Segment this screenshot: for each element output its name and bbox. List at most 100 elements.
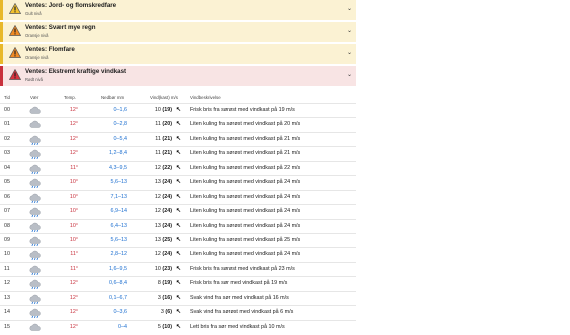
col-header-temp: Temp. (64, 95, 76, 100)
chevron-down-icon[interactable]: ⌄ (347, 50, 352, 56)
wind-speed: 10 (154, 265, 161, 272)
wind-gust: (21) (162, 135, 172, 142)
col-header-wind: Vind(kast) m/s (150, 95, 178, 100)
warning-title: Ventes: Svært mye regn (25, 24, 96, 31)
cloud-icon (29, 120, 41, 130)
table-row[interactable]: 13 12° 0,1–6,7 3 (16) ↖ Svak vind fra sør med… (0, 290, 356, 305)
time-cell: 03 (4, 150, 10, 157)
wind-cell: 3 (6) (141, 309, 172, 316)
table-row[interactable]: 10 11° 2,8–12 12 (24) ↖ Liten kuling fra sørø… (0, 247, 356, 261)
temperature-cell: 10° (69, 208, 78, 215)
table-row[interactable]: 15 12° 0–4 5 (10) ↖ Lett bris fra sør med vin… (0, 319, 356, 334)
chevron-down-icon[interactable]: ⌄ (347, 6, 352, 12)
wind-cell: 10 (19) (141, 107, 172, 113)
wind-description: Liten kuling fra sørøst med vindkast på … (190, 251, 301, 258)
wind-direction-arrow-icon: ↖ (176, 323, 182, 330)
cloud-rain-icon (29, 308, 41, 319)
wind-direction-arrow-icon: ↖ (176, 265, 182, 272)
table-row[interactable]: 05 10° 5,6–13 13 (24) ↖ Liten kuling fra sørø… (0, 175, 356, 189)
precipitation-cell: 0–2,8 (113, 121, 128, 128)
time-cell: 08 (4, 222, 10, 229)
wind-cell: 11 (21) (141, 135, 172, 142)
warning-triangle-icon (9, 3, 21, 14)
wind-description: Frisk bris fra sørøst med vindkast på 23… (190, 265, 295, 272)
wind-description: Svak vind fra sørøst med vindkast på 6 m… (190, 309, 294, 316)
cloud-rain-icon (29, 164, 41, 174)
wind-speed: 11 (155, 121, 161, 128)
wind-gust: (23) (162, 265, 172, 272)
wind-gust: (22) (162, 164, 172, 171)
wind-description: Liten kuling fra sørøst med vindkast på … (190, 236, 301, 243)
table-row[interactable]: 00 12° 0–1,6 10 (19) ↖ Frisk bris fra sørøst … (0, 103, 356, 117)
time-cell: 04 (4, 164, 10, 171)
temperature-cell: 12° (69, 294, 78, 301)
wind-speed: 8 (157, 280, 161, 287)
cloud-rain-icon (29, 207, 41, 218)
wind-speed: 13 (154, 236, 161, 243)
table-row[interactable]: 12 12° 0,6–8,4 8 (19) ↖ Frisk bris fra sør me… (0, 276, 356, 290)
table-row[interactable]: 09 10° 5,6–13 13 (25) ↖ Liten kuling fra sørø… (0, 232, 356, 247)
forecast-table-body: 00 12° 0–1,6 10 (19) ↖ Frisk bris fra sørøst … (0, 103, 356, 334)
wind-description: Liten kuling fra sørøst med vindkast på … (190, 193, 301, 200)
chevron-down-icon[interactable]: ⌄ (347, 28, 352, 34)
temperature-cell: 12° (69, 323, 78, 330)
wind-direction-arrow-icon: ↖ (176, 236, 182, 243)
precipitation-cell: 1,2–8,4 (109, 150, 127, 157)
wind-gust: (6) (165, 309, 172, 316)
wind-description: Liten kuling fra sørøst med vindkast på … (190, 121, 301, 128)
wind-cell: 12 (24) (141, 252, 172, 257)
cloud-icon (29, 323, 41, 333)
table-row[interactable]: 04 11° 4,3–9,5 12 (22) ↖ Liten kuling fra sør… (0, 160, 356, 175)
table-row[interactable]: 07 10° 6,9–14 12 (24) ↖ Liten kuling fra sørø… (0, 204, 356, 218)
warning-card-heavy-rain[interactable]: Ventes: Svært mye regn Oransje nivå ⌄ (0, 22, 356, 42)
precipitation-cell: 6,9–14 (110, 208, 128, 215)
wind-cell: 12 (22) (141, 164, 172, 171)
time-cell: 02 (4, 135, 10, 142)
temperature-cell: 11° (70, 251, 78, 258)
warning-level: Oransje nivå (25, 32, 49, 38)
wind-cell: 13 (24) (141, 179, 172, 186)
col-header-precip: Nedbør mm (101, 95, 125, 100)
wind-gust: (10) (162, 323, 172, 330)
table-row[interactable]: 08 10° 6,4–13 13 (24) ↖ Liten kuling fra sørø… (0, 218, 356, 233)
wind-speed: 10 (154, 107, 161, 113)
temperature-cell: 12° (69, 121, 78, 128)
temperature-cell: 10° (69, 236, 78, 243)
wind-speed: 12 (154, 193, 161, 200)
warning-card-landslide[interactable]: Ventes: Jord- og flomskredfare Gult nivå… (0, 0, 356, 20)
wind-gust: (16) (162, 294, 172, 301)
wind-gust: (24) (162, 208, 172, 215)
wind-direction-arrow-icon: ↖ (176, 193, 182, 200)
precipitation-cell: 7,1–13 (110, 193, 128, 200)
col-header-time: Tid (4, 95, 10, 100)
precipitation-cell: 6,4–13 (110, 222, 128, 229)
chevron-down-icon[interactable]: ⌄ (347, 72, 352, 78)
wind-gust: (24) (162, 222, 172, 229)
wind-description: Svak vind fra sør med vindkast på 16 m/s (190, 294, 289, 301)
temperature-cell: 11° (70, 265, 78, 272)
table-row[interactable]: 01 12° 0–2,8 11 (20) ↖ Liten kuling fra sørøs… (0, 117, 356, 131)
wind-speed: 3 (160, 309, 164, 316)
warning-card-flood[interactable]: Ventes: Flomfare Oransje nivå ⌄ (0, 44, 356, 64)
table-row[interactable]: 14 12° 0–3,6 3 (6) ↖ Svak vind fra sørøst med… (0, 305, 356, 319)
cloud-rain-icon (29, 265, 41, 275)
time-cell: 13 (4, 294, 10, 301)
wind-direction-arrow-icon: ↖ (176, 150, 182, 157)
table-row[interactable]: 06 10° 7,1–13 12 (24) ↖ Liten kuling fra sørø… (0, 189, 356, 204)
wind-speed: 11 (155, 150, 161, 157)
wind-speed: 3 (157, 294, 161, 301)
temperature-cell: 10° (69, 222, 78, 229)
wind-cell: 3 (16) (141, 294, 172, 301)
wind-description: Lett bris fra sør med vindkast på 10 m/s (190, 323, 285, 330)
table-row[interactable]: 03 12° 1,2–8,4 11 (21) ↖ Liten kuling fra sør… (0, 146, 356, 160)
time-cell: 06 (4, 193, 10, 200)
wind-direction-arrow-icon: ↖ (176, 309, 182, 316)
precipitation-cell: 0–4 (118, 323, 127, 330)
wind-speed: 13 (154, 179, 161, 186)
table-row[interactable]: 11 11° 1,6–9,5 10 (23) ↖ Frisk bris fra sørøs… (0, 261, 356, 276)
cloud-rain-icon (29, 178, 41, 189)
wind-description: Liten kuling fra sørøst med vindkast på … (190, 222, 301, 229)
table-row[interactable]: 02 12° 0–5,4 11 (21) ↖ Liten kuling fra sørøs… (0, 131, 356, 146)
warning-card-extreme-gusts[interactable]: Ventes: Ekstremt kraftige vindkast Rødt … (0, 66, 356, 86)
wind-speed: 12 (154, 208, 161, 215)
